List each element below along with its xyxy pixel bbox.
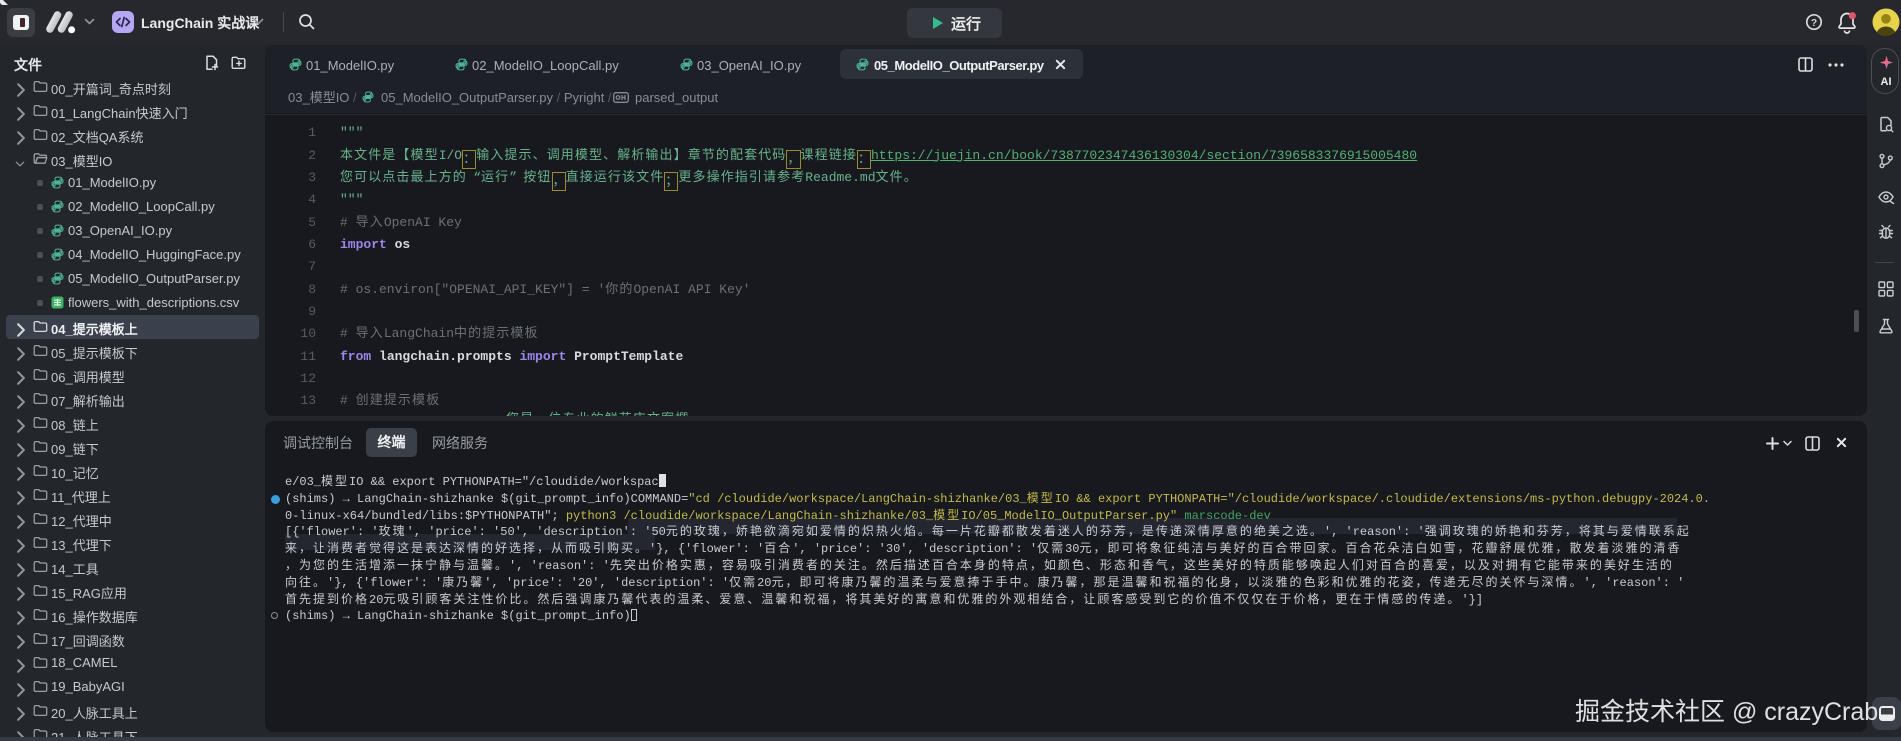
svg-text:?: ? xyxy=(1811,18,1817,29)
